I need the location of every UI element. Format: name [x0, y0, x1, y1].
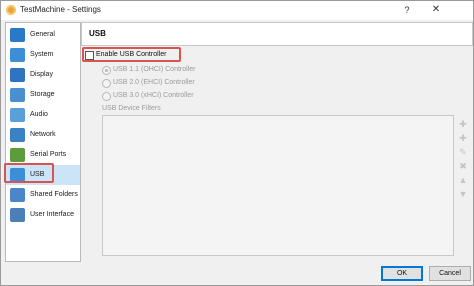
general-icon	[10, 28, 25, 42]
edit-filter-icon[interactable]: ✎	[458, 147, 468, 157]
usb-filters-label: USB Device Filters	[102, 105, 161, 112]
audio-icon	[10, 108, 25, 122]
sidebar-item-display[interactable]: Display	[6, 65, 80, 85]
system-icon	[10, 48, 25, 62]
sidebar-item-label: Audio	[30, 111, 48, 118]
usb-1-radio[interactable]	[102, 66, 111, 75]
serial-ports-icon	[10, 148, 25, 162]
user-interface-icon	[10, 208, 25, 222]
window-title: TestMachine - Settings	[20, 5, 101, 14]
storage-icon	[10, 88, 25, 102]
page-header: USB	[81, 22, 473, 46]
ok-button[interactable]: OK	[381, 266, 423, 281]
enable-usb-checkbox[interactable]	[85, 51, 94, 60]
network-icon	[10, 128, 25, 142]
sidebar-item-serial-ports[interactable]: Serial Ports	[6, 145, 80, 165]
sidebar-item-user-interface[interactable]: User Interface	[6, 205, 80, 225]
sidebar-item-label: General	[30, 31, 55, 38]
virtualbox-icon	[6, 5, 16, 15]
sidebar-item-system[interactable]: System	[6, 45, 80, 65]
usb-2-radio[interactable]	[102, 79, 111, 88]
page-title: USB	[89, 29, 106, 38]
sidebar-item-general[interactable]: General	[6, 25, 80, 45]
usb-2-label: USB 2.0 (EHCI) Controller	[113, 79, 195, 86]
settings-window: TestMachine - Settings ? ✕ General Syste…	[0, 0, 474, 286]
sidebar-item-network[interactable]: Network	[6, 125, 80, 145]
add-from-device-icon[interactable]: ✚	[458, 133, 468, 143]
sidebar-item-shared-folders[interactable]: Shared Folders	[6, 185, 80, 205]
enable-usb-label: Enable USB Controller	[96, 51, 167, 58]
sidebar-item-label: Display	[30, 71, 53, 78]
usb-3-label: USB 3.0 (xHCI) Controller	[113, 92, 194, 99]
sidebar-item-label: USB	[30, 171, 45, 178]
usb-filters-list[interactable]	[102, 115, 454, 256]
display-icon	[10, 68, 25, 82]
sidebar-item-usb[interactable]: USB	[6, 165, 80, 185]
usb-icon	[10, 168, 25, 182]
sidebar-item-label: User Interface	[30, 211, 74, 218]
shared-folders-icon	[10, 188, 25, 202]
close-button[interactable]: ✕	[428, 3, 444, 17]
sidebar-item-label: Storage	[30, 91, 55, 98]
sidebar-item-label: Network	[30, 131, 56, 138]
sidebar-item-label: Shared Folders	[30, 191, 78, 198]
usb-1-label: USB 1.1 (OHCI) Controller	[113, 66, 196, 73]
sidebar-item-storage[interactable]: Storage	[6, 85, 80, 105]
help-button[interactable]: ?	[399, 3, 415, 17]
remove-filter-icon[interactable]: ✖	[458, 161, 468, 171]
sidebar-item-label: Serial Ports	[30, 151, 67, 158]
sidebar-item-label: System	[30, 51, 54, 58]
settings-sidebar: General System Display Storage Audio Net…	[5, 22, 81, 262]
usb-3-radio[interactable]	[102, 92, 111, 101]
title-bar: TestMachine - Settings ? ✕	[1, 1, 473, 20]
move-down-icon[interactable]: ▼	[458, 189, 468, 199]
add-filter-icon[interactable]: ✚	[458, 119, 468, 129]
cancel-button[interactable]: Cancel	[429, 266, 471, 281]
move-up-icon[interactable]: ▲	[458, 175, 468, 185]
sidebar-item-audio[interactable]: Audio	[6, 105, 80, 125]
